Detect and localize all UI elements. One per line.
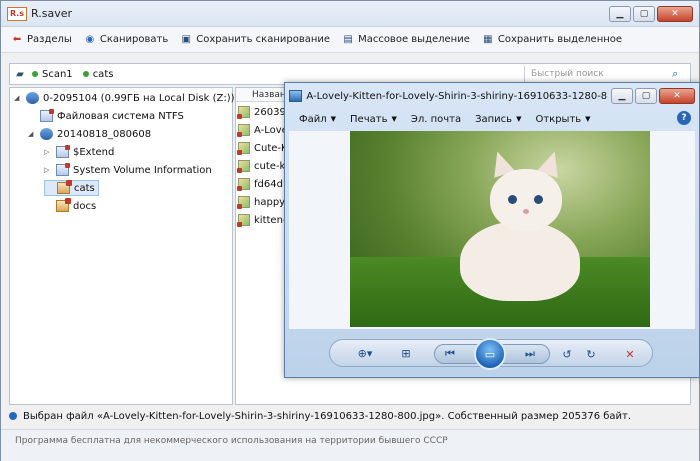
image-file-icon (237, 214, 250, 227)
chevron-down-icon: ▼ (330, 115, 337, 123)
minimize-button[interactable]: ▁ (609, 5, 631, 22)
viewer-control-bar: ⊕▾ ⊞ ⏮ ▭ ⏭ ↺ ↻ ✕ (329, 338, 653, 370)
photo-viewer-window: A-Lovely-Kitten-for-Lovely-Shirin-3-shir… (284, 82, 700, 378)
image-canvas (289, 131, 695, 329)
tree-item-ntfs[interactable]: Файловая система NTFS (28, 108, 184, 124)
folder-icon (56, 198, 71, 212)
save-scan-button[interactable]: ▣ Сохранить сканирование (180, 34, 331, 46)
viewer-close-button[interactable]: ✕ (659, 88, 695, 104)
maximize-button[interactable]: ▢ (633, 5, 655, 22)
image-file-icon (237, 160, 250, 173)
menu-open[interactable]: Открыть ▼ (535, 114, 590, 125)
toolbar: ⬅ Разделы ◉ Сканировать ▣ Сохранить скан… (1, 27, 699, 53)
partitions-button[interactable]: ⬅ Разделы (11, 34, 72, 46)
viewer-minimize-button[interactable]: ▁ (611, 88, 633, 104)
chevron-down-icon: ▼ (391, 115, 397, 123)
menu-file[interactable]: Файл ▼ (299, 114, 336, 125)
breadcrumb-item-scan1[interactable]: Scan1 (32, 69, 73, 80)
tree-item-docs[interactable]: docs (44, 198, 96, 214)
viewer-title: A-Lovely-Kitten-for-Lovely-Shirin-3-shir… (306, 90, 607, 102)
quick-search-input[interactable]: Быстрый поиск (524, 66, 664, 82)
drive-icon: ▰ (16, 68, 24, 80)
breadcrumb-item-cats[interactable]: cats (82, 69, 113, 80)
scan-button[interactable]: ◉ Сканировать (84, 34, 168, 46)
image-file-icon (237, 106, 250, 119)
slideshow-button[interactable]: ▭ (474, 338, 506, 370)
image-file-icon (237, 178, 250, 191)
search-icon[interactable]: ⌕ (672, 67, 686, 81)
mass-select-button[interactable]: ▤ Массовое выделение (342, 34, 470, 46)
image-file-icon (237, 196, 250, 209)
viewer-menu-bar: Файл ▼ Печать ▼ Эл. почта Запись ▼ Открыть ▼ (285, 109, 699, 129)
expand-icon[interactable]: ▷ (44, 166, 52, 174)
kitten-photo (350, 131, 650, 327)
collapse-icon[interactable]: ◢ (28, 130, 36, 138)
disk-icon (26, 92, 39, 104)
close-button[interactable]: ✕ (657, 5, 693, 22)
collapse-icon[interactable]: ◢ (14, 94, 22, 102)
image-file-icon (237, 142, 250, 155)
tree-item-extend[interactable]: ▷ $Extend (44, 144, 114, 160)
license-note: Программа бесплатна для некоммерческого … (1, 429, 699, 461)
expand-icon[interactable]: ▷ (44, 148, 52, 156)
menu-print[interactable]: Печать ▼ (350, 114, 397, 125)
delete-button[interactable]: ✕ (620, 345, 640, 363)
selection-status: Выбран файл «A-Lovely-Kitten-for-Lovely-… (9, 407, 691, 425)
menu-email[interactable]: Эл. почта (411, 114, 461, 125)
menu-burn[interactable]: Запись ▼ (475, 114, 521, 125)
tree-item-cats[interactable]: cats (44, 180, 99, 196)
next-button[interactable]: ⏭ (518, 345, 542, 363)
previous-button[interactable]: ⏮ (438, 345, 462, 363)
photo-viewer-icon (289, 90, 303, 102)
save-selected-button[interactable]: ▦ Сохранить выделенное (482, 34, 622, 46)
mass-select-icon: ▤ (343, 34, 353, 45)
viewer-maximize-button[interactable]: ▢ (635, 88, 657, 104)
save-selected-icon: ▦ (483, 34, 493, 45)
chevron-down-icon: ▼ (585, 115, 591, 123)
app-logo-icon: R.s (7, 6, 27, 21)
image-file-icon (237, 124, 250, 137)
tree-item-disk[interactable]: ◢ 0-2095104 (0.99ГБ на Local Disk (Z:)) (14, 90, 235, 106)
help-icon[interactable]: ? (677, 111, 691, 125)
scan-icon: ◉ (85, 34, 95, 45)
save-disk-icon: ▣ (181, 34, 191, 45)
back-arrow-icon: ⬅ (12, 34, 22, 45)
zoom-button[interactable]: ⊕▾ (350, 344, 380, 362)
chevron-down-icon: ▼ (516, 115, 522, 123)
rotate-right-button[interactable]: ↻ (582, 345, 600, 363)
file-system-icon (40, 109, 54, 122)
doc-folder-icon (56, 163, 70, 176)
folder-tree: ◢ 0-2095104 (0.99ГБ на Local Disk (Z:)) … (9, 87, 235, 405)
rotate-left-button[interactable]: ↺ (558, 345, 576, 363)
doc-folder-icon (56, 145, 70, 158)
disk-icon (40, 128, 53, 140)
status-dot-icon (82, 71, 89, 77)
window-title: R.saver (31, 7, 73, 20)
status-dot-icon (32, 71, 38, 77)
actual-size-button[interactable]: ⊞ (396, 344, 416, 362)
tree-item-20140818[interactable]: ◢ 20140818_080608 (28, 126, 151, 142)
viewer-title-bar: A-Lovely-Kitten-for-Lovely-Shirin-3-shir… (285, 83, 699, 109)
info-icon (9, 412, 17, 420)
tree-item-system-volume-information[interactable]: ▷ System Volume Information (44, 162, 212, 178)
title-bar: R.s R.saver ▁ ▢ ✕ (1, 1, 699, 27)
folder-icon (57, 180, 72, 194)
